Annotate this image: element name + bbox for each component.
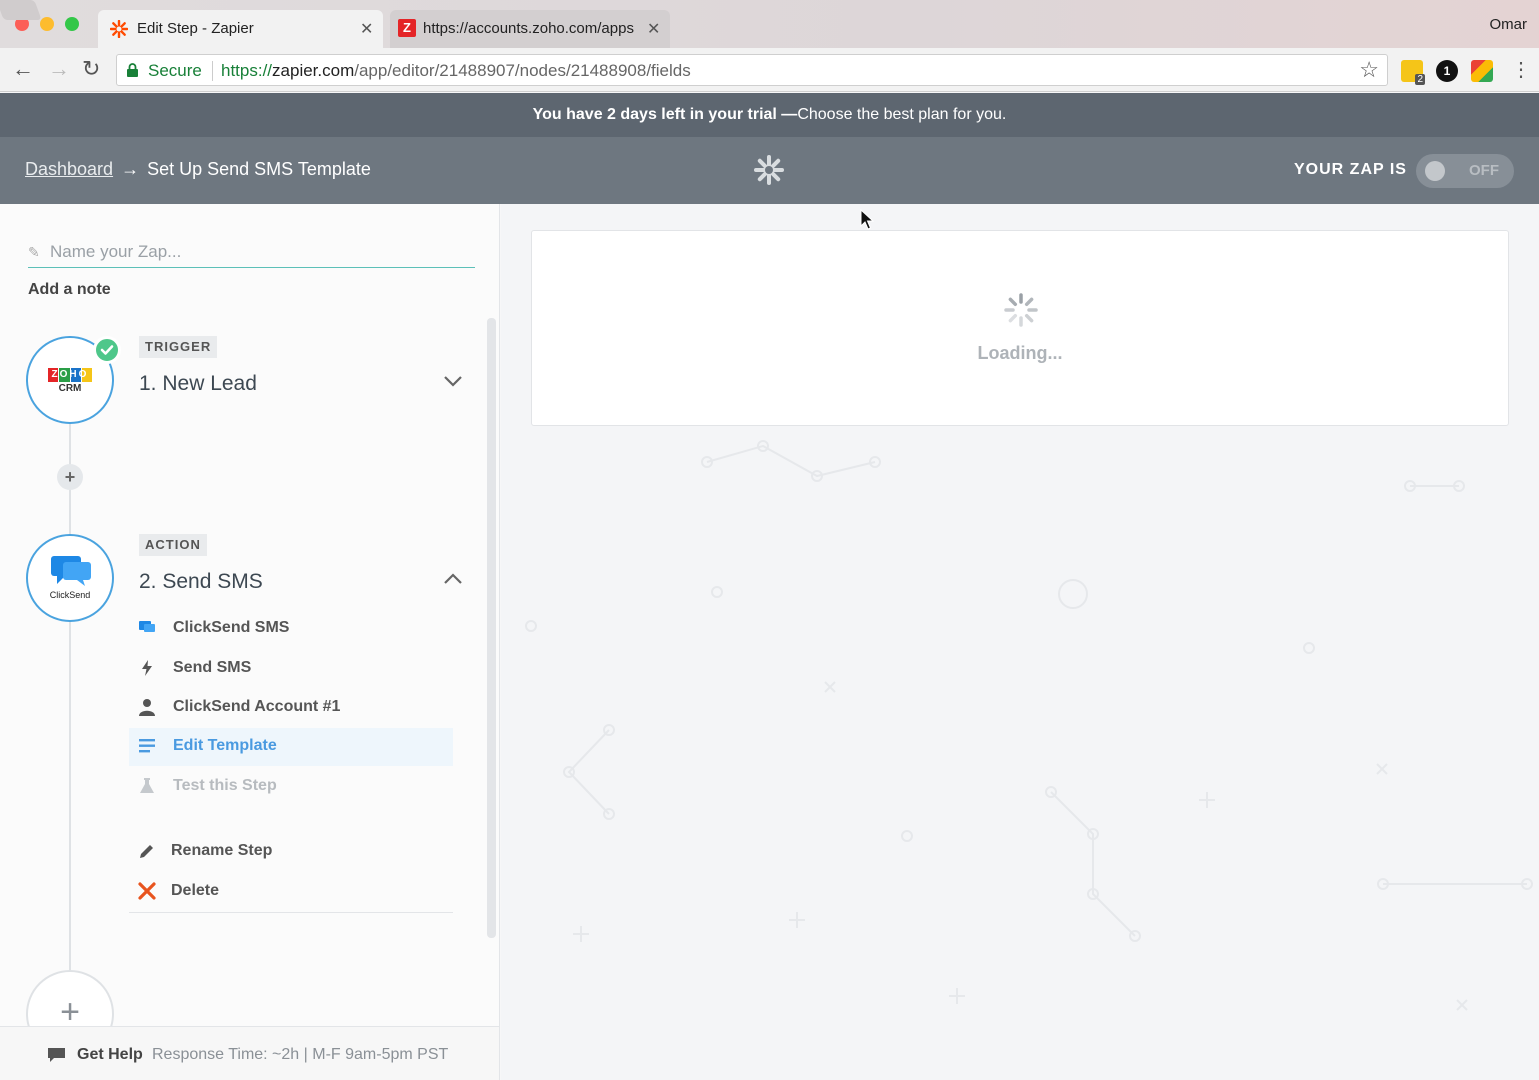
substep-label: Send SMS bbox=[173, 659, 252, 676]
browser-tab-bar: Edit Step - Zapier ✕ Z https://accounts.… bbox=[0, 0, 1539, 48]
zap-name-field: ✎ bbox=[28, 240, 475, 268]
action-tag: ACTION bbox=[139, 534, 207, 556]
extension-1password-icon[interactable]: 1 bbox=[1436, 60, 1458, 82]
action-app-icon[interactable]: ClickSend bbox=[26, 534, 114, 622]
tab-close-icon[interactable]: ✕ bbox=[360, 19, 373, 39]
delete-step-label: Delete bbox=[171, 882, 220, 899]
extension-badge: 2 bbox=[1415, 74, 1425, 85]
lock-icon bbox=[127, 63, 138, 77]
dashboard-link[interactable]: Dashboard bbox=[25, 159, 113, 179]
zoho-logo-word: ZOHO bbox=[51, 369, 89, 380]
bolt-icon bbox=[142, 660, 152, 676]
mouse-cursor-icon bbox=[860, 209, 874, 230]
pencil-icon: ✎ bbox=[28, 244, 40, 260]
browser-menu-icon[interactable]: ⋮ bbox=[1511, 57, 1531, 82]
add-step-between-button[interactable]: + bbox=[57, 464, 83, 490]
substep-choose-action[interactable]: Send SMS bbox=[129, 650, 453, 688]
extension-drive-icon[interactable] bbox=[1471, 60, 1493, 82]
address-separator bbox=[212, 61, 213, 81]
substep-choose-account[interactable]: ClickSend Account #1 bbox=[129, 689, 453, 727]
substep-label: ClickSend Account #1 bbox=[173, 698, 341, 715]
toggle-knob bbox=[1425, 161, 1445, 181]
clicksend-icon bbox=[139, 621, 155, 632]
zapier-favicon-icon bbox=[110, 20, 128, 38]
loading-spinner-icon bbox=[1004, 293, 1038, 327]
trial-days-text: You have 2 days left in your trial — bbox=[532, 106, 798, 123]
substep-edit-template[interactable]: Edit Template bbox=[129, 728, 453, 766]
zoho-favicon-icon: Z bbox=[398, 19, 416, 37]
zapier-logo-icon[interactable] bbox=[754, 155, 784, 185]
flask-icon bbox=[140, 778, 154, 793]
user-icon bbox=[139, 699, 155, 716]
editor-main-panel: Loading... bbox=[501, 204, 1539, 1080]
bookmark-star-icon[interactable]: ☆ bbox=[1359, 57, 1379, 83]
trigger-step-title[interactable]: 1. New Lead bbox=[139, 372, 257, 396]
breadcrumb-arrow: → bbox=[121, 159, 140, 179]
chevron-up-icon[interactable] bbox=[442, 568, 464, 590]
delete-step-button[interactable]: Delete bbox=[129, 873, 453, 911]
tab-zoho-accounts[interactable]: Z https://accounts.zoho.com/apps ✕ bbox=[390, 10, 670, 48]
minimize-window-button[interactable] bbox=[40, 17, 54, 31]
zap-status-label: YOUR ZAP IS bbox=[1294, 161, 1407, 178]
maximize-window-button[interactable] bbox=[65, 17, 79, 31]
back-arrow-icon[interactable]: ← bbox=[12, 56, 34, 82]
help-bar: Get Help Response Time: ~2h | M-F 9am-5p… bbox=[0, 1026, 499, 1080]
substep-test-step[interactable]: Test this Step bbox=[129, 768, 453, 806]
tab-edit-step[interactable]: Edit Step - Zapier ✕ bbox=[98, 10, 383, 48]
sidebar-scrollbar[interactable] bbox=[487, 318, 496, 938]
help-response-time: Response Time: ~2h | M-F 9am-5pm PST bbox=[152, 1046, 449, 1063]
menu-divider bbox=[129, 912, 453, 913]
trial-banner: You have 2 days left in your trial —Choo… bbox=[0, 93, 1539, 137]
zap-name-input[interactable] bbox=[50, 242, 470, 262]
substep-label: ClickSend SMS bbox=[173, 619, 290, 636]
get-help-link[interactable]: Get Help bbox=[77, 1046, 143, 1064]
zap-on-off-toggle[interactable]: OFF bbox=[1416, 154, 1514, 188]
clicksend-logo-word: ClickSend bbox=[49, 590, 91, 600]
url-host: zapier.com bbox=[272, 61, 355, 80]
rename-step-button[interactable]: Rename Step bbox=[129, 833, 453, 871]
lines-icon bbox=[139, 739, 155, 753]
toggle-state-text: OFF bbox=[1469, 162, 1499, 179]
secure-label: Secure bbox=[148, 61, 202, 80]
substep-label: Test this Step bbox=[173, 777, 277, 794]
substep-choose-app[interactable]: ClickSend SMS bbox=[129, 610, 453, 648]
tab-title: https://accounts.zoho.com/apps bbox=[423, 20, 634, 37]
tab-close-icon[interactable]: ✕ bbox=[647, 19, 660, 39]
action-step-title[interactable]: 2. Send SMS bbox=[139, 570, 263, 594]
delete-x-icon bbox=[138, 882, 156, 900]
rename-step-label: Rename Step bbox=[171, 842, 273, 859]
step-timeline-line bbox=[69, 419, 71, 979]
chevron-down-icon[interactable] bbox=[442, 370, 464, 392]
url-scheme: https:// bbox=[221, 61, 273, 80]
extension-folder-icon[interactable]: 2 bbox=[1401, 60, 1425, 85]
new-tab-button[interactable] bbox=[0, 0, 42, 20]
breadcrumb: Dashboard → Set Up Send SMS Template bbox=[25, 159, 371, 180]
address-bar[interactable]: Secure https://zapier.com/app/editor/214… bbox=[116, 54, 1388, 86]
clicksend-logo-icon bbox=[51, 556, 91, 586]
substep-label: Edit Template bbox=[173, 737, 277, 754]
step-complete-check-icon bbox=[93, 336, 121, 364]
choose-plan-link[interactable]: Choose the best plan for you. bbox=[797, 106, 1006, 123]
page-title: Set Up Send SMS Template bbox=[147, 159, 371, 179]
url-text: https://zapier.com/app/editor/21488907/n… bbox=[221, 61, 691, 81]
editor-header: Dashboard → Set Up Send SMS Template YOUR … bbox=[0, 137, 1539, 204]
browser-toolbar: ← → ↻ Secure https://zapier.com/app/edit… bbox=[0, 48, 1539, 92]
url-path: /app/editor/21488907/nodes/21488908/fiel… bbox=[354, 61, 691, 80]
chat-bubble-icon bbox=[48, 1048, 65, 1062]
trigger-tag: TRIGGER bbox=[139, 336, 218, 358]
zoho-logo-sub: CRM bbox=[58, 383, 82, 394]
forward-arrow-icon[interactable]: → bbox=[48, 56, 70, 82]
profile-name[interactable]: Omar bbox=[1490, 16, 1528, 33]
loading-card: Loading... bbox=[531, 230, 1509, 426]
pencil-icon bbox=[140, 845, 153, 858]
loading-text: Loading... bbox=[977, 343, 1063, 363]
editor-sidebar: ✎ Add a note ZOHO CRM TRIGGER 1. New Lea… bbox=[0, 204, 500, 1080]
reload-icon[interactable]: ↻ bbox=[82, 56, 100, 82]
tab-title: Edit Step - Zapier bbox=[137, 20, 254, 37]
add-note-link[interactable]: Add a note bbox=[28, 281, 111, 299]
